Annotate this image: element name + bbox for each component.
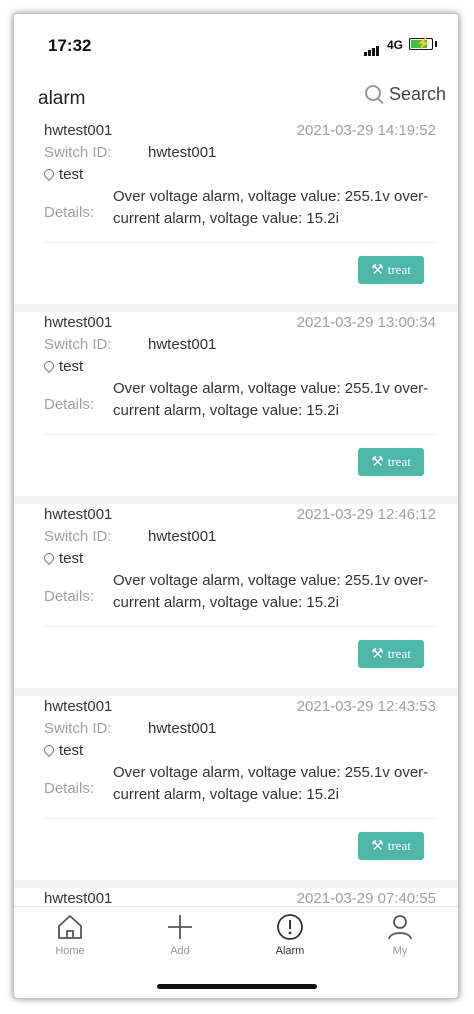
divider: [44, 818, 438, 819]
details-label: Details:: [44, 588, 95, 605]
alarm-datetime: 2021-03-29 12:43:53: [296, 698, 436, 715]
treat-label: treat: [387, 646, 411, 661]
tools-icon: ⚒: [371, 646, 384, 662]
switch-id-value: hwtest001: [148, 528, 217, 545]
switch-id-label: Switch ID:: [44, 336, 112, 353]
tab-label: Home: [55, 945, 85, 957]
details-label: Details:: [44, 204, 95, 221]
page-title: alarm: [38, 88, 86, 109]
details-label: Details:: [44, 780, 95, 797]
alarm-details: Over voltage alarm, voltage value: 255.1…: [113, 380, 429, 419]
alarm-device: hwtest001: [44, 506, 113, 523]
switch-id-value: hwtest001: [148, 144, 217, 161]
tab-label: Add: [170, 945, 190, 957]
battery-icon: ⚡: [409, 36, 437, 50]
status-time: 17:32: [48, 36, 92, 55]
location-pin-icon: [41, 550, 57, 565]
tools-icon: ⚒: [371, 838, 384, 854]
signal-icon: [364, 38, 380, 56]
alarm-details: Over voltage alarm, voltage value: 255.1…: [113, 188, 429, 227]
treat-button[interactable]: ⚒ treat: [358, 448, 424, 476]
alarm-location: test: [41, 550, 84, 567]
alarm-datetime: 2021-03-29 13:00:34: [296, 314, 436, 331]
search-button[interactable]: Search: [364, 84, 446, 105]
alarm-card[interactable]: hwtest001 2021-03-29 13:00:34 Switch ID:…: [14, 312, 458, 496]
treat-label: treat: [387, 262, 411, 277]
switch-id-label: Switch ID:: [44, 720, 112, 737]
alarm-list[interactable]: hwtest001 2021-03-29 14:19:52 Switch ID:…: [14, 120, 458, 906]
alarm-card[interactable]: hwtest001 2021-03-29 07:40:55: [14, 888, 458, 906]
divider: [44, 626, 438, 627]
user-icon: [388, 915, 412, 940]
alarm-location: test: [41, 166, 84, 183]
switch-id-value: hwtest001: [148, 720, 217, 737]
alarm-datetime: 2021-03-29 12:46:12: [296, 506, 436, 523]
tab-label: Alarm: [275, 945, 305, 957]
alarm-details: Over voltage alarm, voltage value: 255.1…: [113, 572, 429, 611]
page-header: alarm Search: [14, 74, 458, 120]
location-text: test: [59, 550, 84, 567]
divider: [44, 434, 438, 435]
tab-my[interactable]: My: [360, 913, 440, 957]
divider: [44, 242, 438, 243]
alarm-datetime: 2021-03-29 07:40:55: [296, 890, 436, 906]
location-pin-icon: [41, 166, 57, 181]
alert-circle-icon: [277, 914, 303, 940]
treat-button[interactable]: ⚒ treat: [358, 832, 424, 860]
switch-id-value: hwtest001: [148, 336, 217, 353]
alarm-card[interactable]: hwtest001 2021-03-29 14:19:52 Switch ID:…: [14, 120, 458, 304]
tools-icon: ⚒: [371, 262, 384, 278]
location-text: test: [59, 358, 84, 375]
tab-add[interactable]: Add: [140, 913, 220, 957]
switch-id-label: Switch ID:: [44, 144, 112, 161]
home-icon: [58, 915, 82, 939]
location-pin-icon: [41, 742, 57, 757]
alarm-device: hwtest001: [44, 122, 113, 139]
phone-screen: 17:32 4G ⚡ alarm Search hwtest001 2021-0…: [14, 14, 458, 998]
alarm-location: test: [41, 358, 84, 375]
alarm-details: Over voltage alarm, voltage value: 255.1…: [113, 764, 429, 803]
plus-icon: [168, 915, 192, 939]
treat-button[interactable]: ⚒ treat: [358, 640, 424, 668]
treat-button[interactable]: ⚒ treat: [358, 256, 424, 284]
alarm-device: hwtest001: [44, 890, 113, 906]
alarm-device: hwtest001: [44, 314, 113, 331]
tab-label: My: [392, 945, 408, 957]
status-bar: 17:32 4G ⚡: [14, 14, 458, 74]
alarm-device: hwtest001: [44, 698, 113, 715]
details-label: Details:: [44, 396, 95, 413]
tab-home[interactable]: Home: [30, 913, 110, 957]
treat-label: treat: [387, 454, 411, 469]
tools-icon: ⚒: [371, 454, 384, 470]
switch-id-label: Switch ID:: [44, 528, 112, 545]
location-text: test: [59, 742, 84, 759]
search-label: Search: [388, 84, 446, 104]
tab-alarm[interactable]: Alarm: [250, 913, 330, 957]
alarm-location: test: [41, 742, 84, 759]
alarm-card[interactable]: hwtest001 2021-03-29 12:43:53 Switch ID:…: [14, 696, 458, 880]
location-pin-icon: [41, 358, 57, 373]
search-icon: [364, 84, 381, 101]
treat-label: treat: [387, 838, 411, 853]
location-text: test: [59, 166, 84, 183]
alarm-card[interactable]: hwtest001 2021-03-29 12:46:12 Switch ID:…: [14, 504, 458, 688]
home-indicator: [157, 984, 317, 989]
alarm-datetime: 2021-03-29 14:19:52: [296, 122, 436, 139]
network-type: 4G: [387, 38, 404, 52]
